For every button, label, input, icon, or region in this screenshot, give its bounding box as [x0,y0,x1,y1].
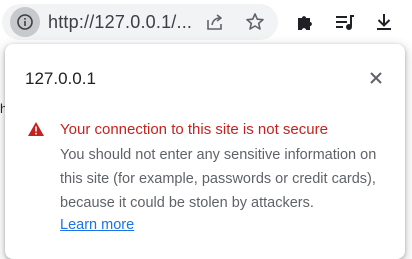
puzzle-icon [298,16,312,30]
warning-icon [28,122,44,136]
close-button[interactable] [366,68,386,88]
close-icon [370,72,382,84]
warning-description: You should not enter any sensitive infor… [60,147,377,211]
url-text[interactable]: http://127.0.0.1/... [48,12,192,33]
warning-title: Your connection to this site is not secu… [60,121,328,138]
site-info-button[interactable] [10,7,40,37]
bookmark-button[interactable] [243,10,267,34]
media-queue-icon [336,15,354,30]
popup-title: 127.0.0.1 [25,69,96,88]
star-icon [246,13,264,30]
address-bar[interactable]: http://127.0.0.1/... [2,4,278,40]
download-icon [377,14,391,30]
media-controls-button[interactable] [332,9,358,35]
learn-more-link[interactable]: Learn more [60,217,134,233]
share-button[interactable] [203,10,227,34]
extensions-button[interactable] [292,9,318,35]
browser-toolbar: http://127.0.0.1/... [0,0,412,44]
downloads-button[interactable] [371,9,397,35]
site-info-popup: 127.0.0.1 Your connection to this site i… [5,44,405,259]
info-icon [17,14,33,30]
share-icon [207,14,222,30]
